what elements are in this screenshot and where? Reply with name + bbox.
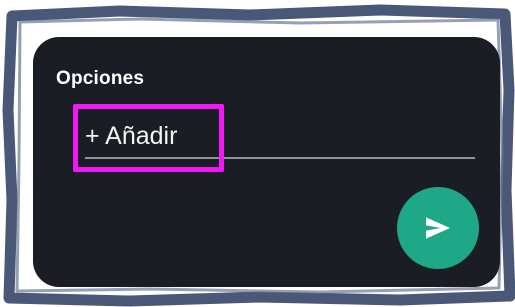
- section-title: Opciones: [56, 68, 145, 89]
- highlight-box: [73, 104, 224, 172]
- send-button[interactable]: [397, 187, 479, 269]
- send-icon: [426, 217, 450, 239]
- options-panel: Opciones + Añadir: [33, 37, 500, 287]
